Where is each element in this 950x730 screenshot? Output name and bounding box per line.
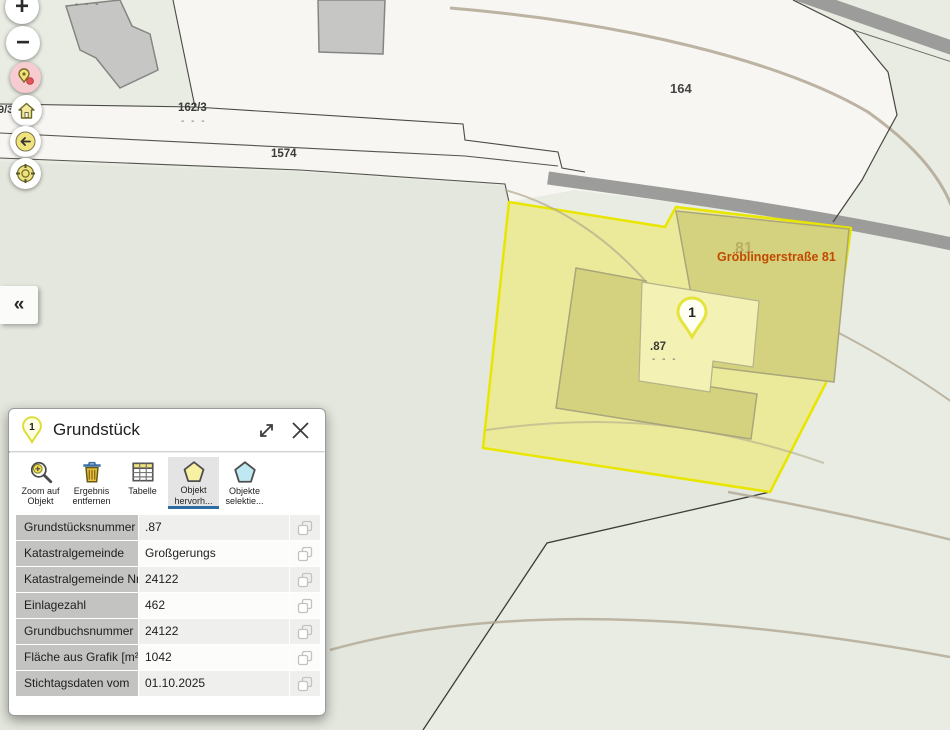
parcel-dashes: - - - [652, 354, 678, 365]
minus-icon: − [16, 31, 30, 55]
map-viewport: - - - 164 162/3 - - - 1574 9/3 .87 - - -… [0, 0, 950, 730]
toolbar-button-label: Zoom auf Objekt [15, 486, 66, 507]
toolbar-button-label: Tabelle [128, 486, 157, 496]
row-label: Katastralgemeinde Nr. [16, 567, 138, 592]
row-label: Katastralgemeinde [16, 541, 138, 566]
table-view-button[interactable]: Tabelle [117, 457, 168, 509]
sidebar-collapse-button[interactable]: « [0, 286, 38, 324]
copy-button[interactable] [290, 671, 320, 696]
panel-title: Grundstück [53, 420, 245, 440]
remove-result-button[interactable]: Ergebnis entfernen [66, 457, 117, 509]
row-value: .87 [139, 515, 289, 540]
pentagon-cyan-icon [232, 459, 258, 485]
street-label: Gröblingerstraße 81 [717, 250, 836, 264]
table-icon [130, 459, 156, 485]
row-value: 462 [139, 593, 289, 618]
copy-button[interactable] [290, 619, 320, 644]
row-label: Grundbuchsnummer [16, 619, 138, 644]
panel-toolbar: Zoom auf Objekt Ergebnis entfernen Tabel… [9, 453, 325, 509]
location-pin-icon [16, 68, 35, 87]
copy-icon [297, 598, 313, 614]
row-label: Stichtagsdaten vom [16, 671, 138, 696]
locate-me-button[interactable] [10, 158, 41, 189]
row-label: Grundstücksnummer [16, 515, 138, 540]
zoom-to-object-button[interactable]: Zoom auf Objekt [15, 457, 66, 509]
marker-badge-icon: 1 [21, 416, 43, 444]
copy-button[interactable] [290, 567, 320, 592]
row-value: 01.10.2025 [139, 671, 289, 696]
feature-info-panel: 1 Grundstück [8, 408, 326, 716]
row-value: 1042 [139, 645, 289, 670]
result-marker-pin[interactable]: 1 [675, 296, 709, 340]
expand-diagonal-icon [257, 421, 276, 440]
copy-button[interactable] [290, 541, 320, 566]
copy-button[interactable] [290, 593, 320, 618]
select-objects-button[interactable]: Objekte selektie... [219, 457, 270, 509]
row-value: 24122 [139, 567, 289, 592]
close-icon [290, 420, 311, 441]
parcel-dashes: - - - [181, 116, 207, 127]
row-value: Großgerungs [139, 541, 289, 566]
parcel-label-164: 164 [670, 81, 692, 96]
copy-icon [297, 650, 313, 666]
attribute-table: Grundstücksnummer .87 Katastralgemeinde … [16, 515, 318, 696]
row-label: Einlagezahl [16, 593, 138, 618]
copy-icon [297, 624, 313, 640]
toolbar-button-label: Objekt hervorh... [168, 485, 219, 506]
panel-header: 1 Grundstück [9, 409, 325, 451]
zoom-out-button[interactable]: − [6, 26, 40, 60]
toolbar-button-label: Ergebnis entfernen [66, 486, 117, 507]
copy-icon [297, 546, 313, 562]
copy-icon [297, 572, 313, 588]
row-value: 24122 [139, 619, 289, 644]
double-chevron-left-icon: « [14, 294, 25, 315]
close-panel-button[interactable] [288, 418, 313, 443]
home-icon [17, 102, 36, 120]
parcel-label-87: .87 [650, 341, 666, 353]
parcel-dashes: - - - [75, 0, 101, 10]
parcel-label-1574: 1574 [271, 148, 297, 160]
copy-icon [297, 520, 313, 536]
crosshair-icon [15, 163, 36, 184]
trash-icon [79, 459, 105, 485]
home-button[interactable] [11, 95, 42, 126]
expand-panel-button[interactable] [255, 419, 278, 442]
building [318, 0, 385, 54]
copy-button[interactable] [290, 515, 320, 540]
marker-badge-number: 1 [29, 422, 35, 433]
copy-icon [297, 676, 313, 692]
copy-button[interactable] [290, 645, 320, 670]
back-button[interactable] [10, 126, 41, 157]
parcel-label-162-3: 162/3 [178, 102, 207, 114]
pentagon-yellow-icon [181, 459, 207, 484]
row-label: Fläche aus Grafik [m²] [16, 645, 138, 670]
clear-location-button[interactable] [10, 62, 41, 93]
plus-icon: + [15, 0, 29, 19]
magnifier-plus-icon [28, 459, 54, 485]
toolbar-button-label: Objekte selektie... [219, 486, 270, 507]
highlight-object-button[interactable]: Objekt hervorh... [168, 457, 219, 509]
marker-pin-number: 1 [688, 304, 696, 320]
arrow-left-icon [15, 131, 36, 152]
